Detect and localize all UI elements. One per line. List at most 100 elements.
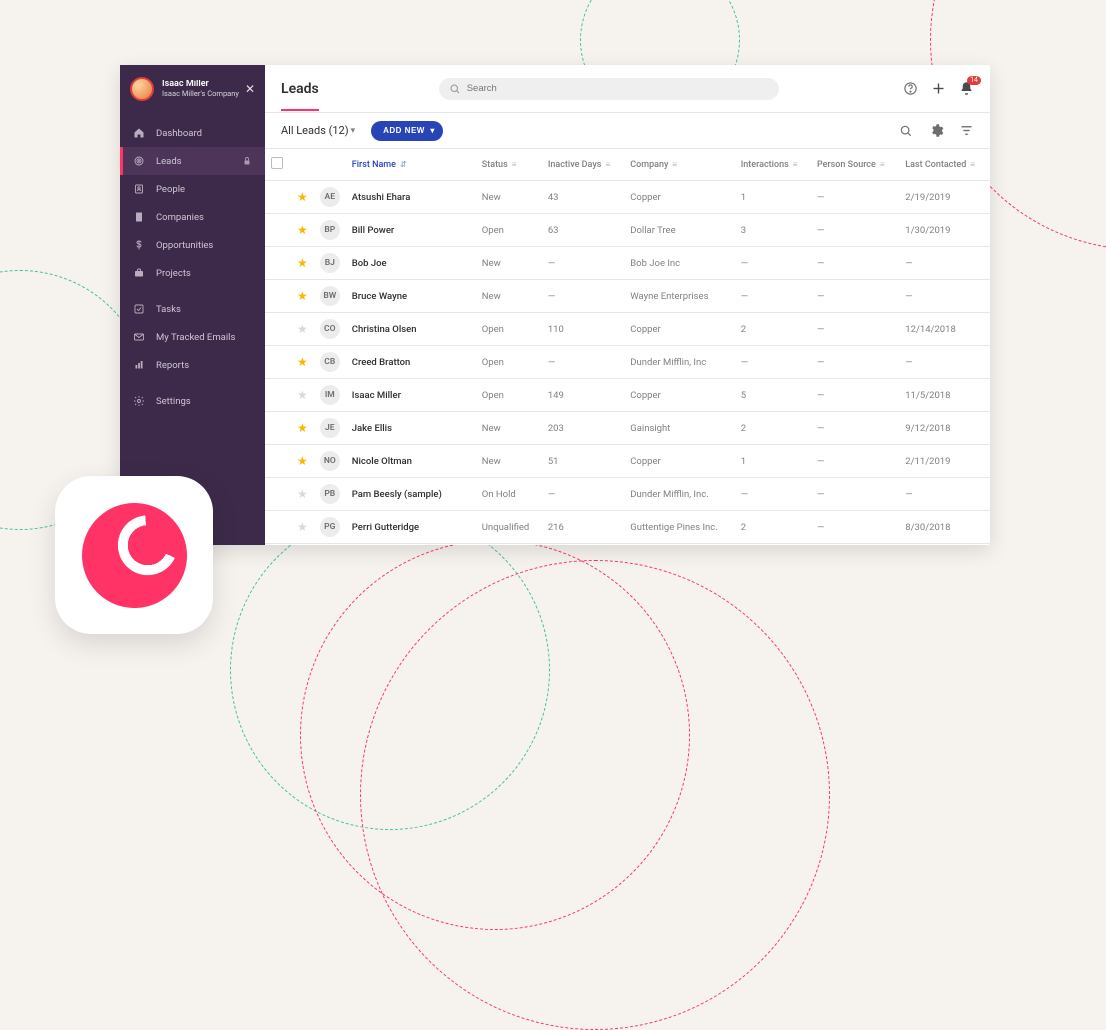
cell-person-source: — (811, 379, 899, 412)
column-header-inactive_days[interactable]: Inactive Days≡ (542, 149, 624, 181)
select-all-checkbox[interactable] (271, 157, 283, 169)
column-label: Status (482, 160, 508, 170)
sort-icon: ≡ (605, 160, 610, 169)
table-search-icon[interactable] (898, 123, 914, 139)
star-icon[interactable]: ★ (297, 289, 308, 303)
column-header-first_name[interactable]: First Name⇵ (346, 149, 476, 181)
building-icon (132, 210, 146, 224)
star-icon[interactable]: ★ (297, 487, 308, 501)
add-new-button[interactable]: ADD NEW (371, 121, 443, 141)
star-icon[interactable]: ★ (297, 388, 308, 402)
search-input-wrap[interactable] (439, 78, 779, 100)
person-icon (132, 182, 146, 196)
sidebar-item-tasks[interactable]: Tasks (120, 295, 265, 323)
table-row[interactable]: ★PBPam Beesly (sample)On Hold—Dunder Mif… (265, 478, 990, 511)
cell-inactive-days: — (542, 346, 624, 379)
table-row[interactable]: ★IMIsaac MillerOpen149Copper5—11/5/2018 (265, 379, 990, 412)
filter-icon[interactable] (958, 123, 974, 139)
cell-person-source: — (811, 313, 899, 346)
table-row[interactable]: ★COChristina OlsenOpen110Copper2—12/14/2… (265, 313, 990, 346)
cell-interactions: 2 (735, 412, 811, 445)
sidebar-item-settings[interactable]: Settings (120, 387, 265, 415)
table-row[interactable]: ★MMildredaNew————— (265, 544, 990, 546)
cell-last-contacted: 8/30/2018 (899, 511, 990, 544)
cell-company: Wayne Enterprises (624, 280, 734, 313)
table-row[interactable]: ★BPBill PowerOpen63Dollar Tree3—1/30/201… (265, 214, 990, 247)
sidebar-item-opportunities[interactable]: Opportunities (120, 231, 265, 259)
gear-icon[interactable] (928, 123, 944, 139)
add-icon[interactable] (930, 81, 946, 97)
table-row[interactable]: ★CBCreed BrattonOpen—Dunder Mifflin, Inc… (265, 346, 990, 379)
star-icon[interactable]: ★ (297, 256, 308, 270)
cell-inactive-days: 149 (542, 379, 624, 412)
sidebar-item-tracked[interactable]: My Tracked Emails (120, 323, 265, 351)
user-name: Isaac Miller (162, 80, 245, 90)
initials-badge: BW (320, 286, 340, 306)
initials-badge: CB (320, 352, 340, 372)
user-block[interactable]: Isaac Miller Isaac Miller's Company (162, 80, 245, 98)
cell-person-source: — (811, 214, 899, 247)
cell-company: — (624, 544, 734, 546)
column-label: First Name (352, 160, 396, 170)
cell-status: Open (476, 346, 542, 379)
cell-interactions: 1 (735, 181, 811, 214)
cell-person-source: — (811, 478, 899, 511)
cell-last-contacted: 9/12/2018 (899, 412, 990, 445)
home-icon (132, 126, 146, 140)
table-row[interactable]: ★AEAtsushi EharaNew43Copper1—2/19/2019 (265, 181, 990, 214)
cell-inactive-days: 216 (542, 511, 624, 544)
sidebar-item-companies[interactable]: Companies (120, 203, 265, 231)
cell-person-source: — (811, 544, 899, 546)
avatar[interactable] (130, 77, 154, 101)
column-header-status[interactable]: Status≡ (476, 149, 542, 181)
table-row[interactable]: ★JEJake EllisNew203Gainsight2—9/12/2018 (265, 412, 990, 445)
cell-first-name: Bill Power (346, 214, 476, 247)
table-wrap[interactable]: First Name⇵Status≡Inactive Days≡Company≡… (265, 149, 990, 545)
sidebar-item-reports[interactable]: Reports (120, 351, 265, 379)
cell-last-contacted: 12/14/2018 (899, 313, 990, 346)
star-icon[interactable]: ★ (297, 454, 308, 468)
cell-status: Unqualified (476, 511, 542, 544)
initials-badge: BJ (320, 253, 340, 273)
column-header-company[interactable]: Company≡ (624, 149, 734, 181)
sidebar-item-people[interactable]: People (120, 175, 265, 203)
table-row[interactable]: ★PGPerri GutteridgeUnqualified216Guttent… (265, 511, 990, 544)
initials-badge: CO (320, 319, 340, 339)
view-select[interactable]: All Leads (12) ▾ (281, 124, 355, 137)
search-input[interactable] (461, 83, 769, 94)
close-icon[interactable]: ✕ (245, 82, 255, 96)
star-icon[interactable]: ★ (297, 223, 308, 237)
cell-interactions: 1 (735, 445, 811, 478)
star-icon[interactable]: ★ (297, 520, 308, 534)
cell-inactive-days: — (542, 478, 624, 511)
column-header-person_source[interactable]: Person Source≡ (811, 149, 899, 181)
table-row[interactable]: ★NONicole OltmanNew51Copper1—2/11/2019 (265, 445, 990, 478)
cell-status: Open (476, 313, 542, 346)
sidebar-item-projects[interactable]: Projects (120, 259, 265, 287)
page-title: Leads (281, 81, 319, 111)
cell-inactive-days: — (542, 280, 624, 313)
cell-last-contacted: — (899, 544, 990, 546)
cell-first-name: Pam Beesly (sample) (346, 478, 476, 511)
table-row[interactable]: ★BWBruce WayneNew—Wayne Enterprises——— (265, 280, 990, 313)
cell-status: New (476, 544, 542, 546)
star-icon[interactable]: ★ (297, 322, 308, 336)
user-subtitle: Isaac Miller's Company (162, 90, 245, 98)
column-header-last_contacted[interactable]: Last Contacted≡ (899, 149, 990, 181)
cell-inactive-days: 43 (542, 181, 624, 214)
column-header-interactions[interactable]: Interactions≡ (735, 149, 811, 181)
star-icon[interactable]: ★ (297, 355, 308, 369)
cell-status: New (476, 181, 542, 214)
sidebar-item-leads[interactable]: Leads (120, 147, 265, 175)
help-icon[interactable] (902, 81, 918, 97)
cell-last-contacted: 2/19/2019 (899, 181, 990, 214)
star-icon[interactable]: ★ (297, 190, 308, 204)
cell-last-contacted: — (899, 247, 990, 280)
cell-last-contacted: — (899, 478, 990, 511)
table-row[interactable]: ★BJBob JoeNew—Bob Joe Inc——— (265, 247, 990, 280)
cell-company: Guttentige Pines Inc. (624, 511, 734, 544)
star-icon[interactable]: ★ (297, 421, 308, 435)
sidebar-item-dashboard[interactable]: Dashboard (120, 119, 265, 147)
notifications-icon[interactable]: 14 (958, 81, 974, 97)
sidebar-item-label: People (156, 184, 185, 195)
